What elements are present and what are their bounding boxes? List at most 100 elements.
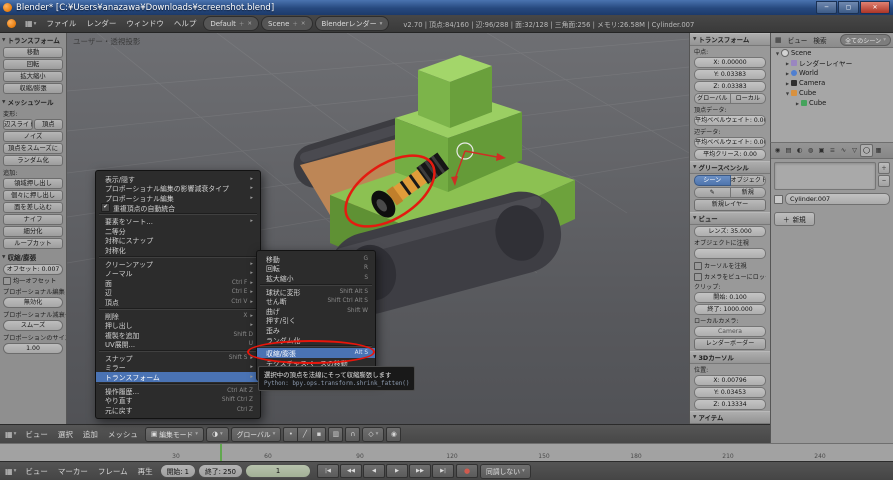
median-y-field[interactable]: Y: 0.03383 <box>694 69 766 80</box>
edge-select-icon[interactable]: ╱ <box>298 427 312 442</box>
header-menu[interactable]: 追加 <box>78 429 103 440</box>
delete-layout-icon[interactable]: ✕ <box>247 21 252 27</box>
local-button[interactable]: ローカル <box>731 93 767 104</box>
properties-tab[interactable]: ▦ <box>873 145 884 156</box>
menu-item[interactable]: ✔重複頂点の自動統合 <box>96 203 260 213</box>
snap-magnet-icon[interactable]: ∩ <box>345 427 360 442</box>
properties-tab[interactable]: ▣ <box>816 145 827 156</box>
tool-button[interactable]: 個々に押し出し <box>3 190 63 201</box>
panel-header-view[interactable]: ▼ ビュー <box>690 212 770 225</box>
menu-item[interactable]: 要素をソート...▸ <box>96 216 260 226</box>
current-frame-field[interactable]: 1 <box>245 464 311 478</box>
panel-header-grease-pencil[interactable]: ▼ グリースペンシル <box>690 161 770 174</box>
outliner-row-scene[interactable]: ▼ Scene <box>771 48 893 58</box>
cursor-x-field[interactable]: X: 0.00796 <box>694 375 766 386</box>
tool-button[interactable]: 回転 <box>3 59 63 70</box>
material-slot-list[interactable]: ＋ − <box>774 162 890 190</box>
menu-item[interactable]: 操作履歴...Ctrl Alt Z <box>96 386 260 396</box>
scene-selector[interactable]: Scene ＋ ✕ <box>261 16 312 31</box>
panel-header-3d-cursor[interactable]: ▼ 3Dカーソル <box>690 351 770 364</box>
close-button[interactable]: ✕ <box>860 1 890 14</box>
menu-item[interactable]: やり直すShift Ctrl Z <box>96 395 260 405</box>
menu-item[interactable]: プロポーショナル編集の影響減衰タイプ▸ <box>96 184 260 194</box>
menu-item[interactable]: UV展開...U <box>96 340 260 350</box>
editor-type-button[interactable]: ▦ ▾ <box>3 467 18 476</box>
falloff-dropdown[interactable]: スムーズ <box>3 320 63 331</box>
panel-header-transform[interactable]: ▼ トランスフォーム <box>0 33 66 46</box>
properties-tab[interactable]: ◐ <box>794 145 805 156</box>
tool-button[interactable]: 辺スライド <box>3 119 33 130</box>
record-button[interactable]: ● <box>456 464 478 478</box>
edge-bevel-field[interactable]: 平均ベベルウェイト: 0.00 <box>694 137 766 148</box>
delete-scene-icon[interactable]: ✕ <box>301 21 306 27</box>
screen-layout-selector[interactable]: Default ＋ ✕ <box>203 16 259 31</box>
expand-icon[interactable]: ▶ <box>794 101 801 106</box>
tool-button[interactable]: 拡大縮小 <box>3 71 63 82</box>
expand-icon[interactable]: ▼ <box>774 51 781 56</box>
menubar-menu[interactable]: ウィンドウ <box>121 18 169 29</box>
expand-icon[interactable]: ▶ <box>784 61 791 66</box>
menu-item[interactable]: スナップShift S▸ <box>96 353 260 363</box>
header-menu[interactable]: ビュー <box>20 429 53 440</box>
menu-item[interactable]: 対称にスナップ <box>96 236 260 246</box>
add-scene-icon[interactable]: ＋ <box>292 20 298 28</box>
menu-item[interactable]: 回転R <box>257 264 375 274</box>
vertex-bevel-field[interactable]: 平均ベベルウェイト: 0.00 <box>694 115 766 126</box>
snap-element-dropdown[interactable]: ◇ ▾ <box>362 427 384 442</box>
tool-button[interactable]: 領域押し出し <box>3 178 63 189</box>
playback-button[interactable]: ◀ <box>363 464 385 478</box>
new-layer-button[interactable]: 新規レイヤー <box>694 199 766 211</box>
menu-item[interactable]: 元に戻すCtrl Z <box>96 405 260 415</box>
panel-header-item[interactable]: ▼ アイテム <box>690 411 770 424</box>
menubar-menu[interactable]: ファイル <box>41 18 81 29</box>
properties-tab[interactable]: ≡ <box>827 145 838 156</box>
grease-object-button[interactable]: オブジェクト <box>731 175 767 186</box>
timeline-ruler[interactable]: 306090120150180210240 <box>0 443 893 461</box>
add-layout-icon[interactable]: ＋ <box>239 20 245 28</box>
menu-item[interactable]: 複製を追加Shift D <box>96 330 260 340</box>
menu-item[interactable]: プロポーショナル編集▸ <box>96 193 260 203</box>
sync-dropdown[interactable]: 同調しない ▾ <box>480 464 531 479</box>
menu-item[interactable]: クリーンアップ▸ <box>96 259 260 269</box>
breadcrumb-name[interactable]: Cylinder.007 <box>785 193 890 205</box>
menu-item[interactable]: 拡大縮小S <box>257 273 375 283</box>
header-menu[interactable]: マーカー <box>53 466 93 477</box>
minimize-button[interactable]: ─ <box>816 1 837 14</box>
new-material-button[interactable]: ＋ 新規 <box>774 212 815 226</box>
playback-button[interactable]: ◀◀ <box>340 464 362 478</box>
cursor-y-field[interactable]: Y: 0.03453 <box>694 387 766 398</box>
menu-item[interactable]: 頂点Ctrl V▸ <box>96 297 260 307</box>
tool-button[interactable]: 面を差し込む <box>3 202 63 213</box>
pencil-icon[interactable]: ✎ <box>694 187 731 198</box>
outliner-row-camera[interactable]: ▶ Camera <box>771 78 893 88</box>
menubar-menu[interactable]: レンダー <box>81 18 121 29</box>
panel-header-redo[interactable]: ▼ 収縮/膨張 <box>0 250 66 263</box>
tool-button[interactable]: ノイズ <box>3 131 63 142</box>
menu-item[interactable]: 二等分 <box>96 226 260 236</box>
menu-item[interactable]: 球状に変形Shift Alt S <box>257 287 375 297</box>
header-menu[interactable]: フレーム <box>93 466 133 477</box>
frame-end-field[interactable]: 終了: 250 <box>198 464 243 478</box>
header-menu[interactable]: 選択 <box>53 429 78 440</box>
menu-item[interactable]: 削除X▸ <box>96 311 260 321</box>
lock-object-field[interactable] <box>694 248 766 259</box>
expand-icon[interactable]: ▶ <box>784 81 791 86</box>
clip-end-field[interactable]: 終了: 1000.000 <box>694 304 766 315</box>
outliner-menu[interactable]: ビュー <box>785 35 811 45</box>
outliner-row-cube-data[interactable]: ▶ Cube <box>771 98 893 108</box>
expand-icon[interactable]: ▼ <box>784 91 791 96</box>
menu-item[interactable]: 歪み <box>257 325 375 335</box>
header-menu[interactable]: 再生 <box>133 466 158 477</box>
editor-type-button[interactable]: ▦ <box>773 36 784 44</box>
edge-crease-field[interactable]: 平均クリース: 0.00 <box>694 149 766 160</box>
global-button[interactable]: グローバル <box>694 93 731 104</box>
menu-item[interactable]: 面Ctrl F▸ <box>96 278 260 288</box>
add-slot-button[interactable]: ＋ <box>878 162 890 174</box>
local-camera-field[interactable]: Camera <box>694 326 766 337</box>
playback-button[interactable]: ▶ <box>386 464 408 478</box>
shading-dropdown[interactable]: ◑ ▾ <box>206 427 229 442</box>
expand-icon[interactable]: ▶ <box>784 71 791 76</box>
panel-header-transform[interactable]: ▼ トランスフォーム <box>690 33 770 46</box>
maximize-button[interactable]: ▢ <box>838 1 859 14</box>
menu-item[interactable]: ミラー▸ <box>96 363 260 373</box>
